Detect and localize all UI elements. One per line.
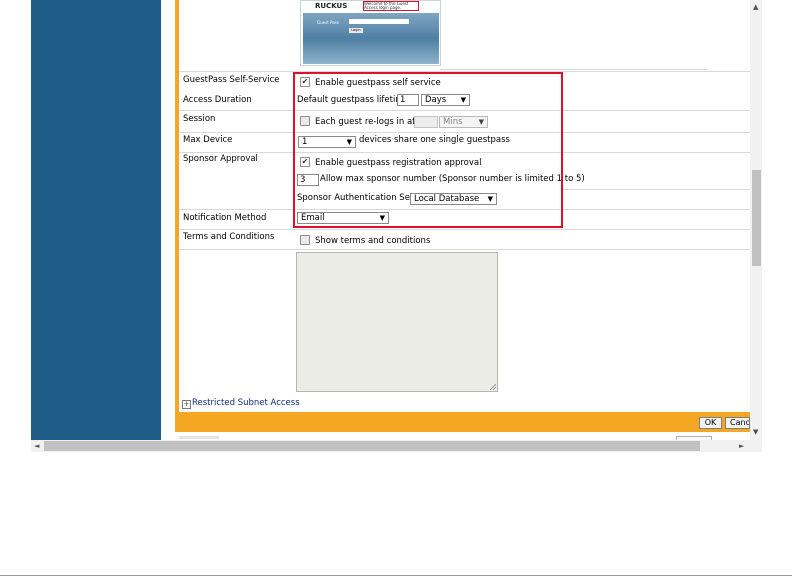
preview-guest-pass-field [349, 19, 409, 24]
divider [563, 189, 750, 190]
scroll-right-icon[interactable]: ► [739, 441, 744, 451]
terms-textarea[interactable] [296, 252, 498, 392]
preview-login-button: Login [349, 28, 363, 33]
scroll-up-icon[interactable]: ▲ [753, 2, 758, 12]
action-bar [175, 412, 750, 432]
preview-guest-pass-label: Guest Pass [317, 20, 339, 25]
divider [179, 229, 750, 230]
orange-accent-strip [175, 0, 179, 412]
preview-welcome-text: Welcome to the Guest Access login page. [363, 1, 419, 11]
ok-button[interactable]: OK [699, 417, 722, 429]
resize-handle-icon[interactable] [490, 384, 496, 390]
sponsor-approval-label: Sponsor Approval [183, 154, 258, 164]
session-label: Session [183, 114, 216, 124]
restricted-subnet-access-link[interactable]: Restricted Subnet Access [192, 398, 300, 409]
vertical-scrollbar-thumb[interactable] [752, 170, 761, 266]
left-sidebar [31, 0, 161, 440]
divider [440, 69, 708, 70]
show-terms-checkbox[interactable] [300, 235, 310, 245]
preview-login-panel: Guest Pass Login [303, 13, 439, 64]
guestpass-self-service-label: GuestPass Self-Service [183, 75, 280, 85]
login-page-preview: RUCKUS Welcome to the Guest Access login… [300, 0, 441, 66]
cancel-button[interactable]: Cancel [725, 417, 750, 429]
notification-method-label: Notification Method [183, 213, 267, 223]
preview-brand-logo: RUCKUS [315, 2, 348, 10]
show-terms-text: Show terms and conditions [315, 236, 431, 246]
access-duration-label: Access Duration [183, 95, 252, 105]
bottom-border [0, 575, 792, 576]
scroll-down-icon[interactable]: ▼ [753, 427, 758, 437]
terms-and-conditions-label: Terms and Conditions [183, 232, 275, 242]
horizontal-scrollbar-thumb[interactable] [44, 441, 700, 451]
highlight-box [293, 72, 563, 228]
scroll-left-icon[interactable]: ◄ [34, 441, 39, 451]
divider [179, 249, 750, 250]
max-device-label: Max Device [183, 135, 233, 145]
partial-row [179, 436, 219, 439]
expand-icon[interactable]: + [182, 400, 191, 409]
